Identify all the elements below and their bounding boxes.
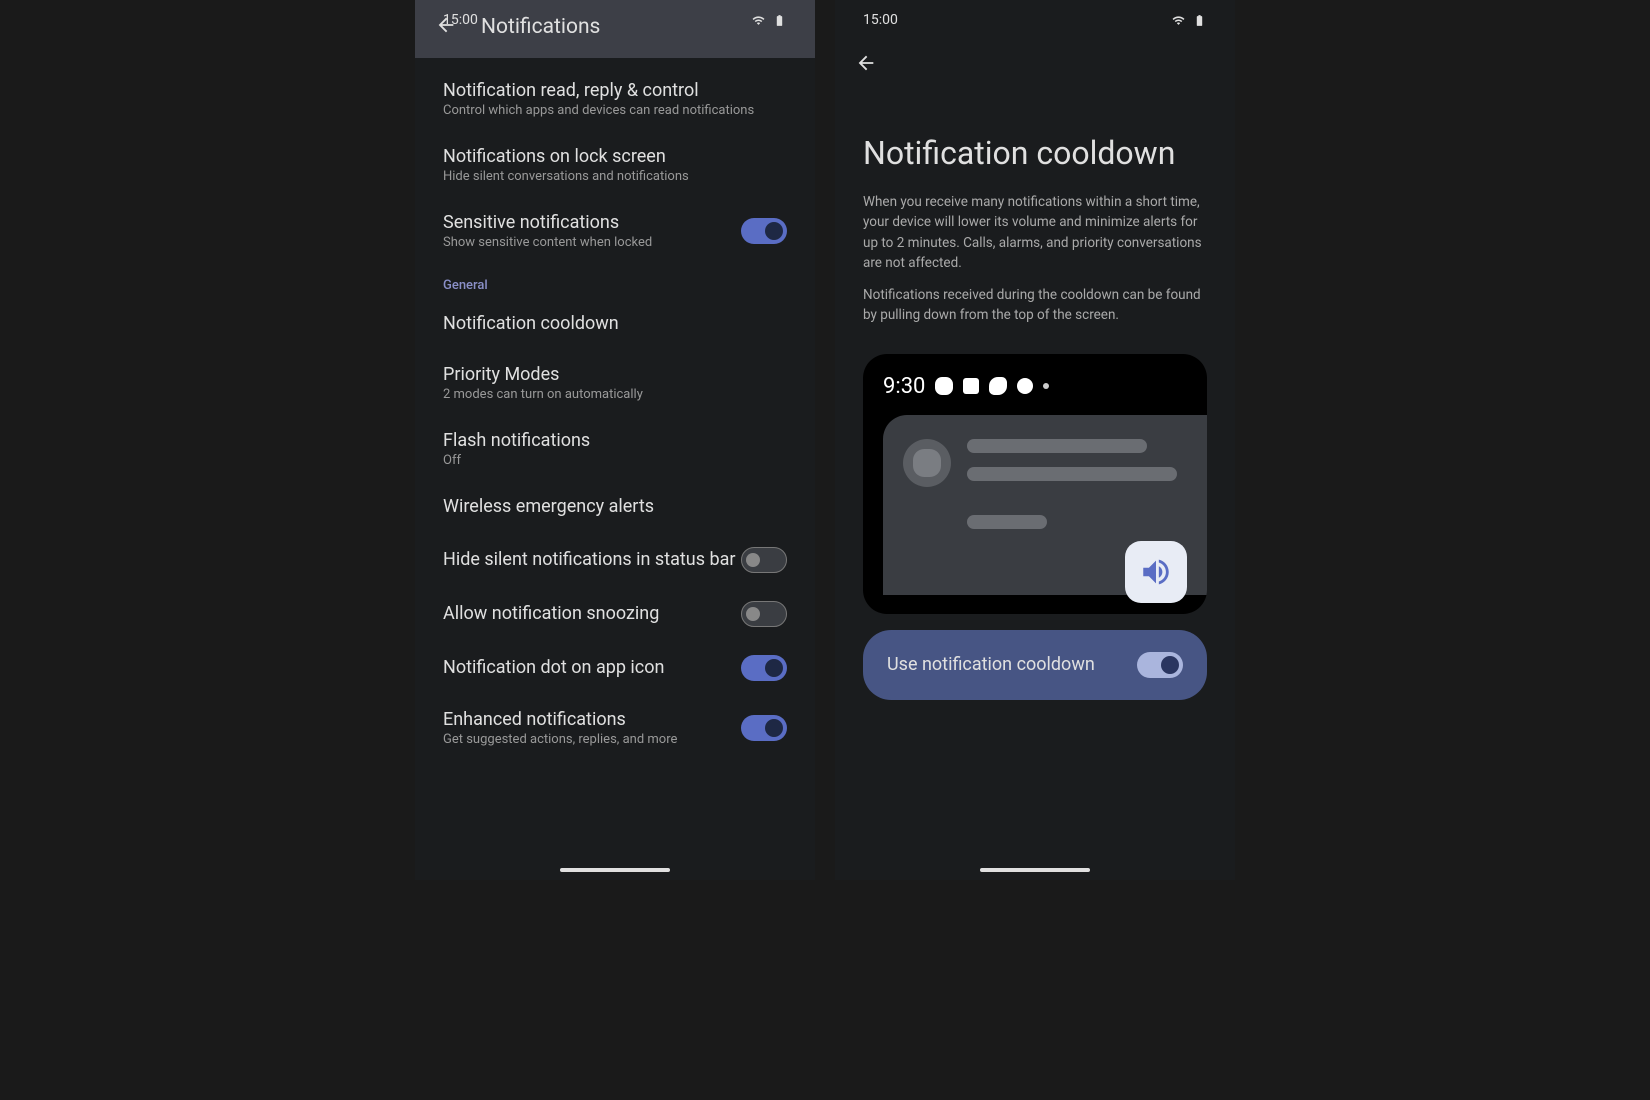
setting-title: Flash notifications — [443, 430, 787, 451]
preview-icon — [935, 377, 953, 395]
setting-title: Notification cooldown — [443, 313, 787, 334]
setting-enhanced[interactable]: Enhanced notifications Get suggested act… — [415, 695, 815, 761]
toggle-hide-silent[interactable] — [741, 547, 787, 573]
phone-screen-notifications: 15:00 Notifications Notification read, r… — [415, 0, 815, 880]
preview-notification — [883, 415, 1207, 595]
nav-bar[interactable] — [980, 868, 1090, 872]
setting-flash[interactable]: Flash notifications Off — [415, 416, 815, 482]
setting-cooldown[interactable]: Notification cooldown — [415, 299, 815, 350]
description-1: When you receive many notifications with… — [835, 192, 1235, 285]
use-cooldown-toggle-card[interactable]: Use notification cooldown — [863, 630, 1207, 700]
section-header-general: General — [415, 264, 815, 299]
setting-subtitle: Off — [443, 453, 787, 468]
setting-title: Enhanced notifications — [443, 709, 741, 730]
preview-icon — [1017, 378, 1033, 394]
setting-title: Sensitive notifications — [443, 212, 741, 233]
status-time: 15:00 — [443, 12, 478, 28]
setting-lock-screen[interactable]: Notifications on lock screen Hide silent… — [415, 132, 815, 198]
preview-icon — [963, 378, 979, 394]
toggle-label: Use notification cooldown — [887, 654, 1095, 675]
setting-notification-read[interactable]: Notification read, reply & control Contr… — [415, 66, 815, 132]
status-icons — [751, 12, 787, 28]
toggle-sensitive[interactable] — [741, 218, 787, 244]
setting-emergency-alerts[interactable]: Wireless emergency alerts — [415, 482, 815, 533]
preview-card: 9:30 — [863, 354, 1207, 614]
setting-sensitive[interactable]: Sensitive notifications Show sensitive c… — [415, 198, 815, 264]
preview-line — [967, 467, 1177, 481]
setting-title: Wireless emergency alerts — [443, 496, 787, 517]
setting-title: Notification dot on app icon — [443, 657, 741, 678]
toggle-snoozing[interactable] — [741, 601, 787, 627]
volume-icon — [1125, 541, 1187, 603]
description-2: Notifications received during the cooldo… — [835, 285, 1235, 338]
status-icons — [1171, 14, 1207, 27]
setting-hide-silent[interactable]: Hide silent notifications in status bar — [415, 533, 815, 587]
setting-title: Notification read, reply & control — [443, 80, 787, 101]
toggle-dot[interactable] — [741, 655, 787, 681]
preview-line — [967, 439, 1147, 453]
setting-subtitle: Get suggested actions, replies, and more — [443, 732, 741, 747]
nav-bar[interactable] — [560, 868, 670, 872]
settings-list: Notification read, reply & control Contr… — [415, 58, 815, 769]
setting-title: Priority Modes — [443, 364, 787, 385]
back-arrow-icon[interactable] — [855, 52, 877, 78]
setting-subtitle: Show sensitive content when locked — [443, 235, 741, 250]
setting-subtitle: Control which apps and devices can read … — [443, 103, 787, 118]
status-bar: 15:00 — [835, 0, 1235, 36]
preview-line — [967, 515, 1047, 529]
app-header — [835, 36, 1235, 94]
wifi-icon — [751, 14, 766, 27]
phone-screen-cooldown: 15:00 Notification cooldown When you rec… — [835, 0, 1235, 880]
setting-dot[interactable]: Notification dot on app icon — [415, 641, 815, 695]
toggle-use-cooldown[interactable] — [1137, 652, 1183, 678]
setting-title: Allow notification snoozing — [443, 603, 741, 624]
setting-subtitle: 2 modes can turn on automatically — [443, 387, 787, 402]
page-title: Notification cooldown — [835, 94, 1235, 192]
battery-icon — [1192, 14, 1207, 27]
preview-time: 9:30 — [883, 374, 925, 399]
setting-title: Notifications on lock screen — [443, 146, 787, 167]
setting-subtitle: Hide silent conversations and notificati… — [443, 169, 787, 184]
status-time: 15:00 — [863, 12, 898, 28]
setting-priority-modes[interactable]: Priority Modes 2 modes can turn on autom… — [415, 350, 815, 416]
app-header: 15:00 Notifications — [415, 0, 815, 58]
wifi-icon — [1171, 14, 1186, 27]
setting-snoozing[interactable]: Allow notification snoozing — [415, 587, 815, 641]
battery-icon — [772, 14, 787, 27]
toggle-enhanced[interactable] — [741, 715, 787, 741]
preview-status-bar: 9:30 — [863, 374, 1207, 415]
preview-icon — [989, 377, 1007, 395]
preview-avatar — [903, 439, 951, 487]
preview-icon — [1043, 383, 1049, 389]
setting-title: Hide silent notifications in status bar — [443, 549, 741, 570]
